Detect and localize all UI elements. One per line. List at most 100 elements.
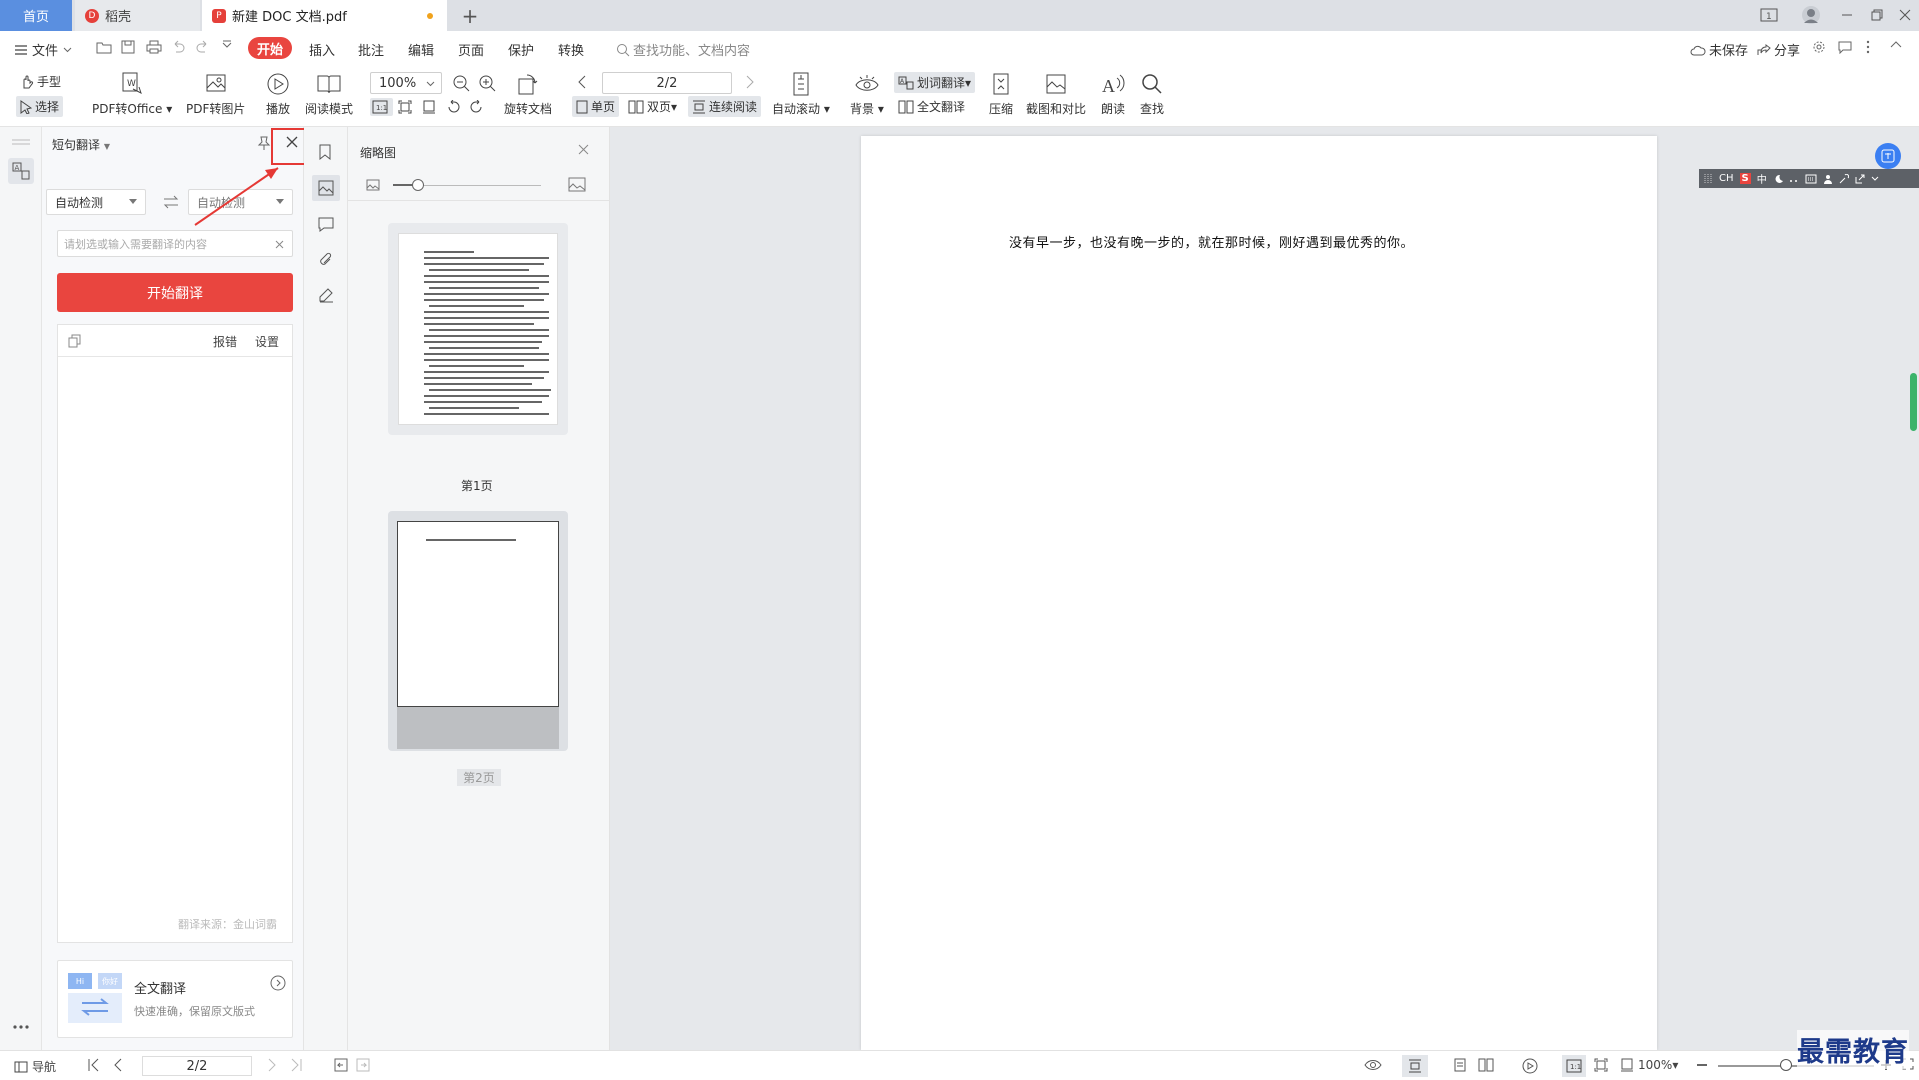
actual-size-icon[interactable]: 1:1: [370, 98, 393, 116]
menu-page[interactable]: 页面: [458, 40, 484, 59]
close-window-icon[interactable]: [1894, 4, 1916, 26]
menu-start[interactable]: 开始: [248, 37, 292, 59]
single-page-mode-icon[interactable]: [1454, 1058, 1466, 1072]
next-page-status-icon[interactable]: [268, 1058, 276, 1072]
actual-size-status-icon[interactable]: 1:1: [1562, 1055, 1586, 1077]
swap-languages-icon[interactable]: [163, 195, 179, 209]
full-translate-button[interactable]: 全文翻译: [898, 98, 965, 115]
background-button[interactable]: 背景 ▾: [850, 70, 884, 117]
message-icon[interactable]: [1838, 40, 1852, 54]
menu-convert[interactable]: 转换: [558, 40, 584, 59]
find-button[interactable]: 查找: [1138, 70, 1166, 117]
redo-icon[interactable]: [196, 40, 210, 54]
source-language-select[interactable]: 自动检测: [46, 189, 146, 215]
thumbnail-view-icon[interactable]: [312, 175, 340, 201]
document-viewport[interactable]: 没有早一步，也没有晚一步的，就在那时候，刚好遇到最优秀的你。 CH S 中: [610, 127, 1919, 1050]
translate-input[interactable]: 请划选或输入需要翻译的内容: [57, 230, 293, 257]
minimize-icon[interactable]: [1836, 4, 1858, 26]
menu-insert[interactable]: 插入: [309, 40, 335, 59]
open-folder-icon[interactable]: [96, 40, 112, 54]
select-tool-button[interactable]: 选择: [16, 96, 64, 117]
report-error-link[interactable]: 报错: [213, 333, 237, 350]
vertical-scrollbar-thumb[interactable]: [1910, 373, 1917, 431]
auto-scroll-button[interactable]: 自动滚动 ▾: [772, 70, 830, 117]
zoom-in-icon[interactable]: [478, 74, 499, 92]
pdf-to-office-button[interactable]: W PDF转Office ▾: [92, 70, 172, 117]
signature-icon[interactable]: [318, 287, 334, 303]
unsaved-status[interactable]: 未保存: [1690, 40, 1748, 59]
menu-protect[interactable]: 保护: [508, 40, 534, 59]
floating-translate-button[interactable]: [1875, 143, 1901, 169]
print-icon[interactable]: [146, 40, 162, 54]
rotate-left-icon[interactable]: [446, 100, 463, 114]
hand-tool-button[interactable]: 手型: [20, 73, 61, 90]
prev-page-icon[interactable]: [114, 1058, 122, 1072]
search-box[interactable]: 查找功能、文档内容: [616, 40, 750, 59]
page-number-input[interactable]: 2/2: [602, 72, 732, 94]
fit-page-icon[interactable]: [398, 100, 415, 114]
word-translate-button[interactable]: A 划词翻译 ▾: [894, 72, 976, 93]
single-page-button[interactable]: 单页: [572, 96, 620, 117]
screenshot-compare-button[interactable]: 截图和对比: [1026, 70, 1086, 117]
pin-icon[interactable]: [257, 136, 271, 150]
status-zoom-select[interactable]: 100% ▾: [1620, 1058, 1678, 1072]
tab-daoke[interactable]: D 稻壳: [75, 0, 200, 31]
copy-icon[interactable]: [68, 334, 82, 348]
double-page-mode-icon[interactable]: [1478, 1058, 1494, 1072]
share-button[interactable]: 分享: [1757, 40, 1800, 59]
status-page-input[interactable]: 2/2: [142, 1056, 252, 1076]
ime-toolbar[interactable]: CH S 中: [1699, 169, 1919, 188]
full-translate-card[interactable]: Hi 你好 全文翻译 快速准确，保留原文版式: [57, 960, 293, 1038]
close-thumbnail-icon[interactable]: [578, 144, 589, 155]
read-aloud-button[interactable]: A 朗读: [1099, 70, 1127, 117]
undo-icon[interactable]: [171, 40, 185, 54]
back-view-icon[interactable]: [334, 1058, 348, 1072]
slider-thumb[interactable]: [412, 179, 424, 191]
tab-home[interactable]: 首页: [0, 0, 72, 31]
start-translate-button[interactable]: 开始翻译: [57, 273, 293, 312]
settings-gear-icon[interactable]: [1812, 40, 1826, 54]
clear-input-icon[interactable]: [275, 240, 284, 249]
zoom-select[interactable]: 100%: [370, 72, 442, 94]
bookmark-icon[interactable]: [319, 144, 331, 160]
new-tab-button[interactable]: +: [452, 0, 488, 31]
avatar[interactable]: [1800, 4, 1822, 26]
play-status-icon[interactable]: [1522, 1058, 1538, 1074]
previous-page-icon[interactable]: [578, 75, 589, 89]
tab-document[interactable]: P 新建 DOC 文档.pdf: [202, 0, 447, 31]
comment-icon[interactable]: [318, 216, 334, 232]
play-button[interactable]: 播放: [264, 70, 292, 117]
rotate-right-icon[interactable]: [470, 100, 487, 114]
first-page-icon[interactable]: [88, 1058, 100, 1072]
compress-button[interactable]: 压缩: [987, 70, 1015, 117]
translate-settings-link[interactable]: 设置: [255, 333, 279, 350]
zoom-out-icon[interactable]: [452, 74, 473, 92]
fit-width-icon[interactable]: [422, 100, 439, 114]
rotate-document-button[interactable]: 旋转文档: [504, 70, 552, 117]
last-page-icon[interactable]: [290, 1058, 302, 1072]
read-mode-button[interactable]: 阅读模式: [305, 70, 353, 117]
translate-sidebar-icon[interactable]: A: [8, 158, 34, 184]
save-icon[interactable]: [121, 40, 135, 54]
thumbnail-page-1[interactable]: [388, 223, 568, 435]
forward-view-icon[interactable]: [356, 1058, 370, 1072]
attachment-icon[interactable]: [318, 252, 334, 268]
zoom-slider-thumb[interactable]: [1780, 1059, 1792, 1071]
navigation-toggle[interactable]: 导航: [14, 1058, 56, 1075]
double-page-button[interactable]: 双页 ▾: [628, 98, 677, 115]
customize-chevron-icon[interactable]: [222, 40, 232, 50]
next-page-icon[interactable]: [746, 75, 757, 89]
continuous-reading-button[interactable]: 连续阅读: [688, 96, 762, 117]
fit-page-status-icon[interactable]: [1594, 1058, 1608, 1072]
translate-panel-title-dropdown[interactable]: 短句翻译 ▼: [52, 136, 110, 153]
menu-annotate[interactable]: 批注: [358, 40, 384, 59]
more-vertical-icon[interactable]: [1866, 40, 1870, 54]
continuous-mode-icon[interactable]: [1402, 1055, 1428, 1077]
collapse-ribbon-icon[interactable]: [1890, 40, 1902, 48]
file-menu[interactable]: 文件: [14, 40, 72, 59]
zoom-out-status-icon[interactable]: [1696, 1058, 1708, 1072]
menu-edit[interactable]: 编辑: [408, 40, 434, 59]
restore-icon[interactable]: [1866, 4, 1888, 26]
pdf-to-image-button[interactable]: PDF转图片: [186, 70, 245, 117]
more-horizontal-icon[interactable]: [12, 1024, 30, 1030]
